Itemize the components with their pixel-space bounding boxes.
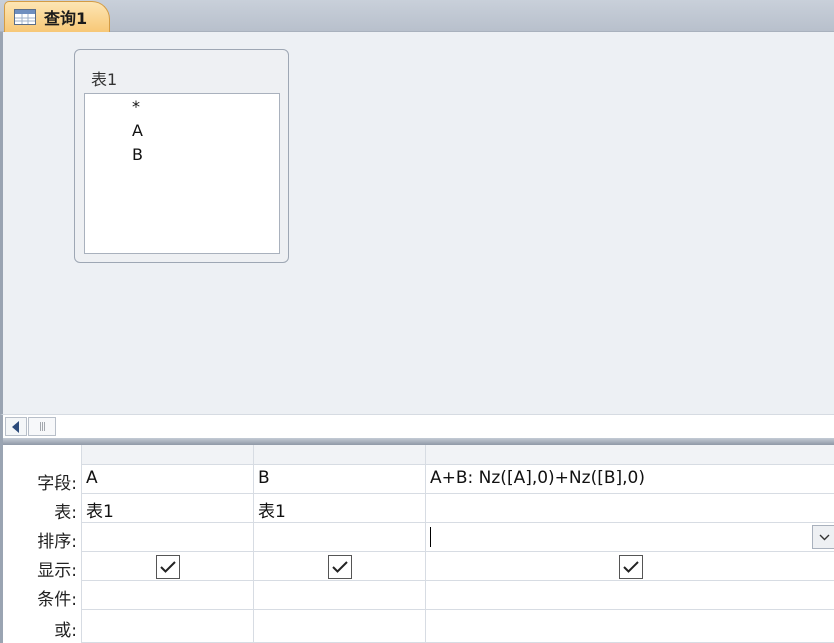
or-cell-1[interactable] (81, 610, 253, 643)
scroll-thumb[interactable]: ||| (28, 417, 56, 436)
grid-row-or: 或: (3, 610, 834, 643)
tab-label: 查询1 (44, 9, 88, 28)
table-cell-1[interactable]: 表1 (81, 494, 253, 523)
grid-header-row (3, 445, 834, 465)
sort-cell-3[interactable] (425, 523, 834, 552)
show-cell-2 (253, 552, 425, 581)
sort-cell-2[interactable] (253, 523, 425, 552)
field-item-a[interactable]: A (132, 121, 143, 140)
field-list[interactable]: * A B (84, 93, 280, 254)
sort-dropdown-button[interactable] (812, 525, 834, 549)
query-datasheet-icon (14, 9, 36, 25)
field-item-all[interactable]: * (132, 97, 140, 116)
table-title[interactable]: 表1 (91, 66, 117, 90)
checkmark-icon (160, 561, 176, 573)
show-cell-1 (81, 552, 253, 581)
show-cell-3 (425, 552, 834, 581)
row-label-sort: 排序: (37, 532, 77, 552)
column-selector-3[interactable] (425, 445, 834, 465)
checkmark-icon (623, 561, 639, 573)
table-cell-3[interactable] (425, 494, 834, 523)
scroll-left-button[interactable] (5, 417, 27, 436)
row-label-show: 显示: (37, 561, 77, 581)
grid-row-table: 表: 表1 表1 (3, 494, 834, 523)
chevron-down-icon (819, 534, 829, 540)
field-item-b[interactable]: B (132, 145, 143, 164)
field-cell-1[interactable]: A (81, 465, 253, 494)
row-label-table: 表: (54, 503, 77, 523)
grid-row-sort: 排序: (3, 523, 834, 552)
horizontal-scrollbar[interactable]: ||| (0, 414, 834, 438)
grip-icon: ||| (38, 421, 46, 432)
criteria-cell-3[interactable] (425, 581, 834, 610)
column-selector-1[interactable] (81, 445, 253, 465)
query-design-grid[interactable]: 字段: A B A+B: Nz([A],0)+Nz([B],0) 表: 表1 表… (0, 445, 834, 643)
criteria-cell-1[interactable] (81, 581, 253, 610)
field-cell-2[interactable]: B (253, 465, 425, 494)
grid-row-criteria: 条件: (3, 581, 834, 610)
criteria-cell-2[interactable] (253, 581, 425, 610)
field-cell-text: A+B: Nz([A],0)+Nz([B],0) (430, 468, 645, 488)
triangle-left-icon (12, 420, 19, 433)
sort-cell-1[interactable] (81, 523, 253, 552)
show-checkbox-3[interactable] (619, 555, 643, 579)
text-caret (430, 527, 431, 547)
pane-splitter[interactable] (0, 438, 834, 445)
field-cell-3[interactable]: A+B: Nz([A],0)+Nz([B],0) (425, 465, 834, 494)
or-cell-3[interactable] (425, 610, 834, 643)
or-cell-2[interactable] (253, 610, 425, 643)
table-cell-text: 表1 (86, 502, 114, 522)
show-checkbox-1[interactable] (156, 555, 180, 579)
tab-query1[interactable]: 查询1 (4, 1, 110, 32)
show-checkbox-2[interactable] (328, 555, 352, 579)
row-label-or: 或: (54, 621, 77, 641)
query-design-area[interactable]: 表1 * A B (0, 32, 834, 414)
field-cell-text: A (86, 468, 98, 488)
field-cell-text: B (258, 468, 270, 488)
table-cell-2[interactable]: 表1 (253, 494, 425, 523)
document-tab-strip: 查询1 (0, 0, 834, 32)
row-label-field: 字段: (37, 474, 77, 494)
column-selector-2[interactable] (253, 445, 425, 465)
table-field-list-window[interactable]: 表1 * A B (74, 49, 289, 263)
table-cell-text: 表1 (258, 502, 286, 522)
checkmark-icon (332, 561, 348, 573)
grid-row-show: 显示: (3, 552, 834, 581)
grid-row-field: 字段: A B A+B: Nz([A],0)+Nz([B],0) (3, 465, 834, 494)
row-label-criteria: 条件: (37, 590, 77, 610)
